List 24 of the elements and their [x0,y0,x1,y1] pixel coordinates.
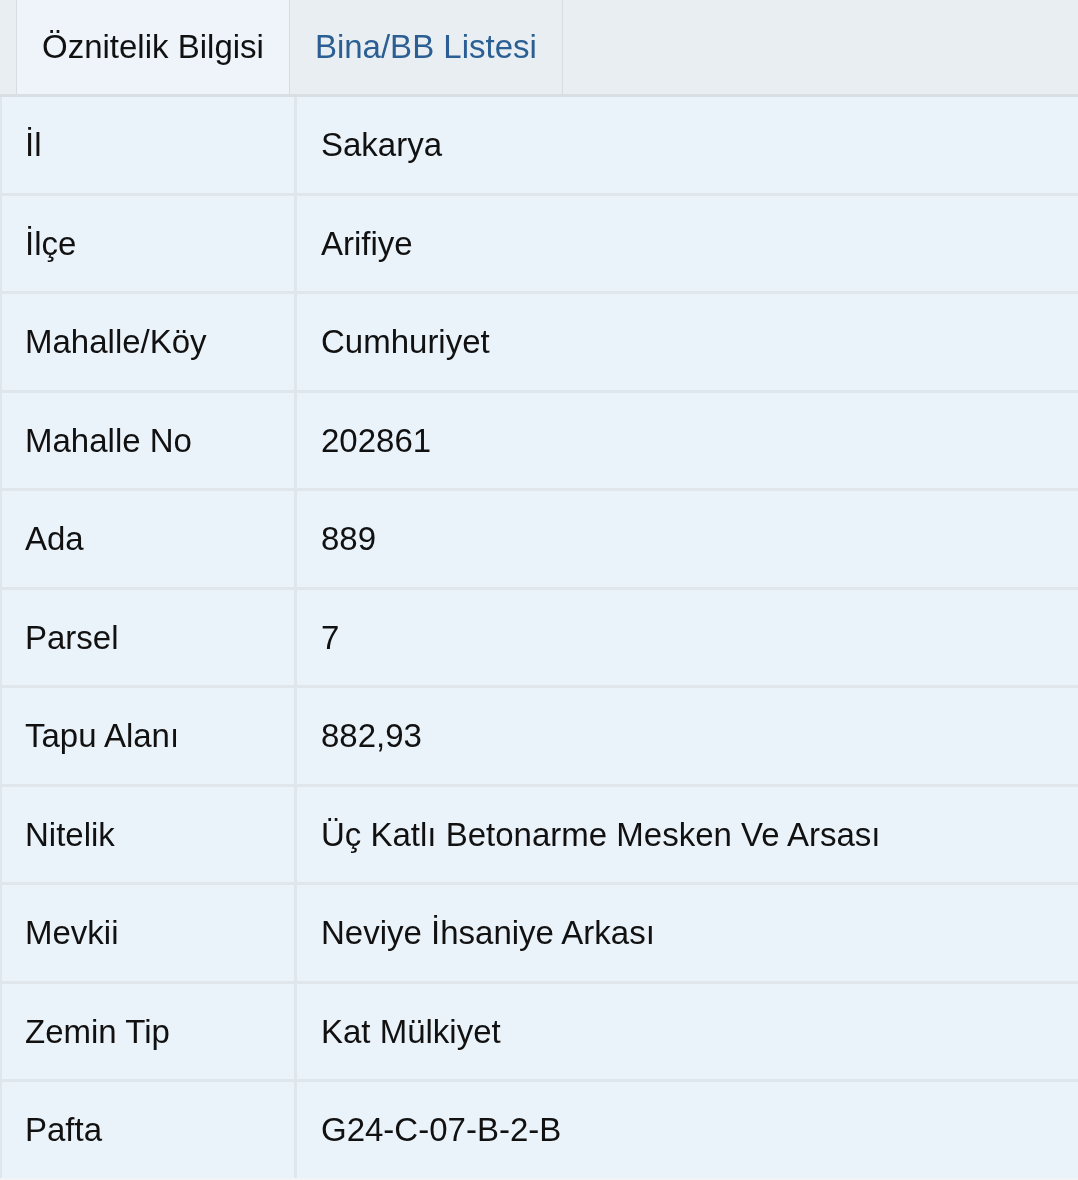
label-cell: İl [2,97,294,193]
label-cell: Nitelik [2,786,294,882]
label-cell: Ada [2,491,294,587]
label-cell: Zemin Tip [2,983,294,1079]
label-cell: Pafta [2,1082,294,1178]
value-cell: Üç Katlı Betonarme Mesken Ve Arsası [297,786,1078,882]
value-cell: 202861 [297,392,1078,488]
label-cell: Parsel [2,589,294,685]
value-cell: Arifiye [297,195,1078,291]
value-cell: 7 [297,589,1078,685]
value-cell: G24-C-07-B-2-B [297,1082,1078,1178]
tab[interactable]: Bina/BB Listesi [289,0,563,94]
value-cell: Sakarya [297,97,1078,193]
value-cell: 889 [297,491,1078,587]
label-cell: Tapu Alanı [2,688,294,784]
tab[interactable]: Öznitelik Bilgisi [16,0,290,94]
value-cell: Neviye İhsaniye Arkası [297,885,1078,981]
label-cell: Mahalle No [2,392,294,488]
value-cell: Cumhuriyet [297,294,1078,390]
label-cell: Mahalle/Köy [2,294,294,390]
value-cell: Kat Mülkiyet [297,983,1078,1079]
label-cell: Mevkii [2,885,294,981]
label-cell: İlçe [2,195,294,291]
value-cell: 882,93 [297,688,1078,784]
